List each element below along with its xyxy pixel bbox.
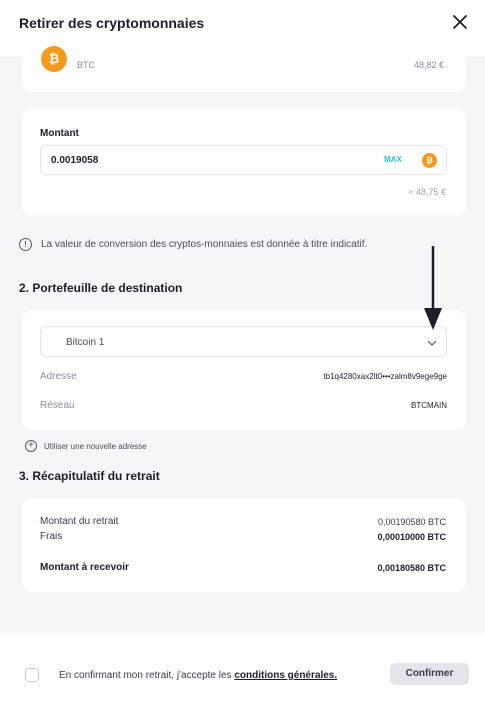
summary-card: Montant du retrait 0,00190580 BTC Frais … xyxy=(22,499,466,592)
amount-label: Montant xyxy=(40,128,79,139)
summary-section-title: 3. Récapitulatif du retrait xyxy=(19,469,160,483)
wallet-select-value: Bitcoin 1 xyxy=(66,337,105,348)
asset-fiat-value: 48,82 € xyxy=(413,60,444,70)
max-button[interactable]: MAX xyxy=(384,155,402,164)
confirm-button[interactable]: Confirmer xyxy=(390,663,469,685)
info-text: La valeur de conversion des cryptos-monn… xyxy=(41,239,368,250)
amount-card: Montant 0.0019058 MAX ₿ ≈ 48,75 € xyxy=(22,109,466,215)
amount-input[interactable]: 0.0019058 MAX ₿ xyxy=(40,145,447,175)
consent-text: En confirmant mon retrait, j'accepte les… xyxy=(59,670,337,681)
wallet-select[interactable]: Bitcoin 1 xyxy=(40,326,447,357)
amount-to-receive-value: 0,00180580 BTC xyxy=(377,563,446,573)
bitcoin-icon: ₿ xyxy=(422,153,437,168)
destination-card: Bitcoin 1 Adresse tb1q4280xax2lt0•••zalm… xyxy=(22,310,466,430)
destination-section-title: 2. Portefeuille de destination xyxy=(19,281,183,295)
asset-card: ₿ BTC 48,82 € xyxy=(22,40,466,92)
network-label: Réseau xyxy=(40,400,75,411)
dialog-footer: En confirmant mon retrait, j'accepte les… xyxy=(0,633,485,703)
arrow-down-icon xyxy=(424,246,442,330)
address-value: tb1q4280xax2lt0•••zalm8v9ege9ge xyxy=(323,372,447,381)
plus-circle-icon: + xyxy=(25,440,37,452)
withdrawal-amount-label: Montant du retrait xyxy=(40,516,119,527)
network-value: BTCMAIN xyxy=(411,401,447,410)
terms-link[interactable]: conditions générales. xyxy=(234,670,337,681)
amount-to-receive-label: Montant à recevoir xyxy=(40,562,129,573)
amount-value[interactable]: 0.0019058 xyxy=(51,155,98,166)
chevron-down-icon xyxy=(427,340,437,346)
terms-checkbox[interactable] xyxy=(25,668,39,682)
fees-label: Frais xyxy=(40,531,63,542)
fiat-approximation: ≈ 48,75 € xyxy=(408,187,446,197)
bitcoin-icon: ₿ xyxy=(41,46,67,72)
address-label: Adresse xyxy=(40,371,77,382)
conversion-info: ! La valeur de conversion des cryptos-mo… xyxy=(19,238,479,252)
dialog-title: Retirer des cryptomonnaies xyxy=(19,15,205,31)
consent-prefix: En confirmant mon retrait, j'accepte les xyxy=(59,670,235,681)
new-address-label: Utiliser une nouvelle adresse xyxy=(44,442,147,451)
withdrawal-amount-value: 0,00190580 BTC xyxy=(377,517,446,527)
close-icon[interactable] xyxy=(451,13,469,31)
info-icon: ! xyxy=(19,238,32,251)
asset-symbol: BTC xyxy=(77,60,95,70)
fees-value: 0,00010000 BTC xyxy=(377,532,446,542)
